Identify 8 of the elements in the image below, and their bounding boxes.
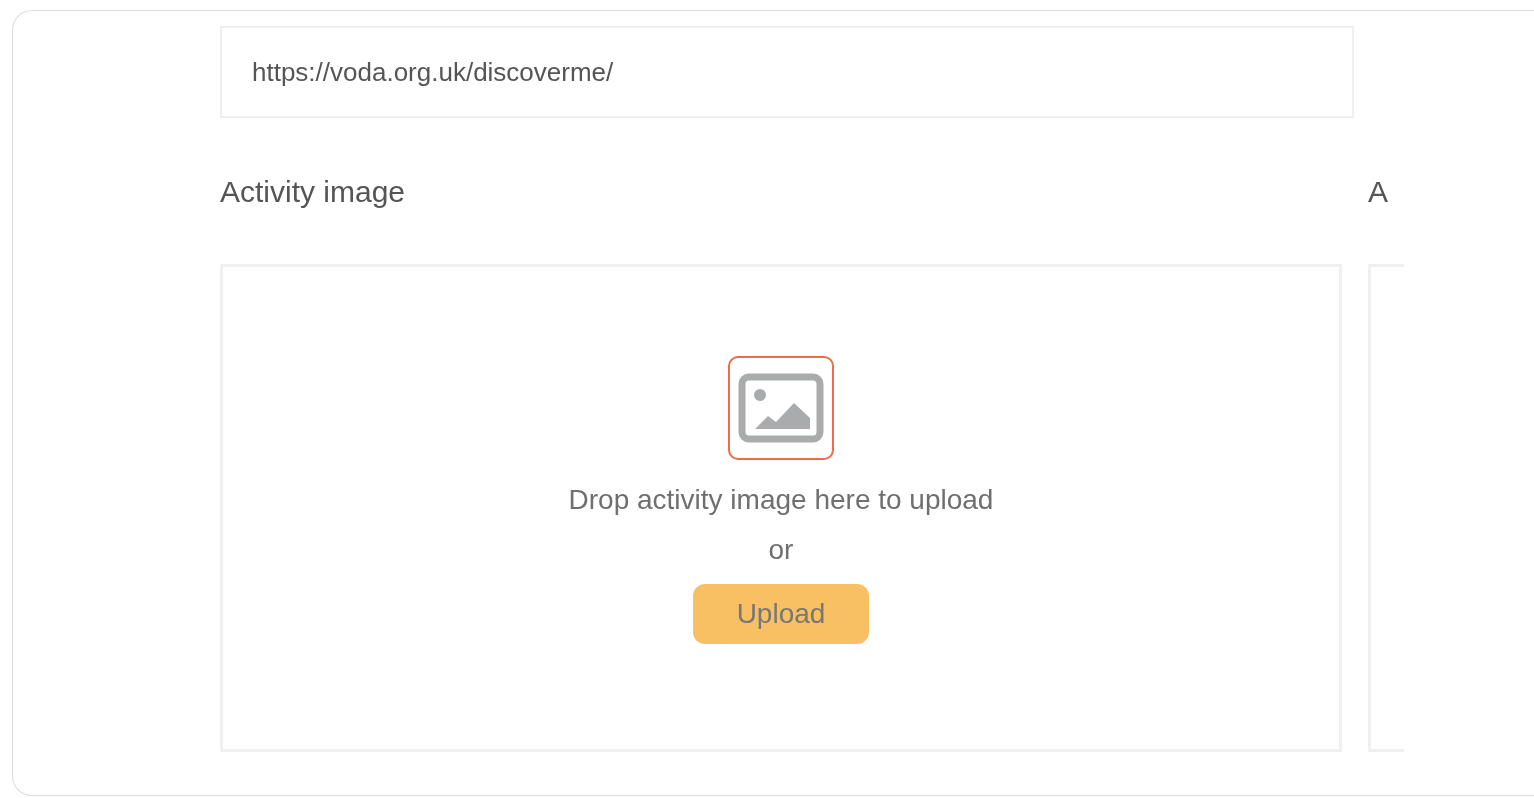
section-label: A — [1368, 174, 1388, 210]
image-drop-zone[interactable]: Drop activity image here to upload or Upload — [220, 264, 1342, 752]
section-label: Activity image — [220, 174, 406, 210]
website-field[interactable]: https://voda.org.uk/discoverme/ — [220, 26, 1354, 118]
upload-button[interactable]: Upload — [693, 584, 869, 644]
drop-prompt: Drop activity image here to upload — [568, 483, 994, 517]
image-icon — [738, 373, 824, 443]
or-text: or — [768, 533, 794, 567]
